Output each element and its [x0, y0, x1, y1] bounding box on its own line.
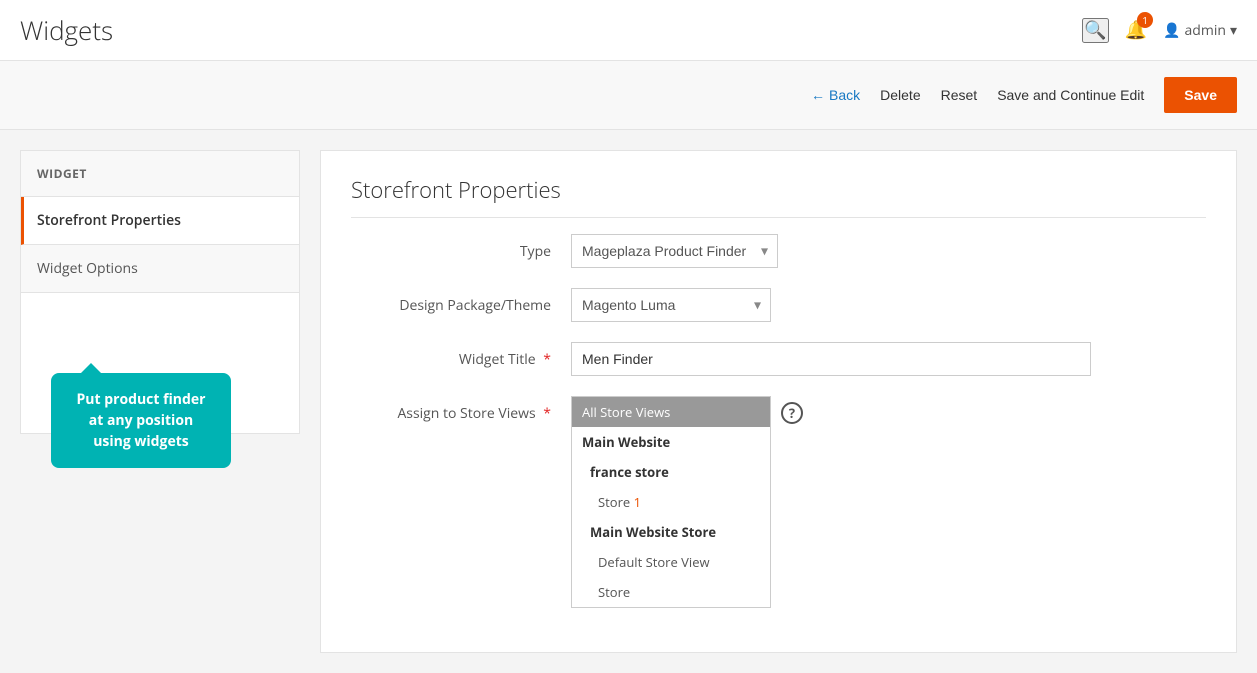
- save-button[interactable]: Save: [1164, 77, 1237, 113]
- admin-user-label: admin: [1185, 21, 1226, 40]
- save-continue-button[interactable]: Save and Continue Edit: [997, 87, 1144, 103]
- type-select[interactable]: Mageplaza Product Finder: [571, 234, 778, 268]
- reset-button[interactable]: Reset: [941, 87, 978, 103]
- back-label: Back: [829, 87, 860, 103]
- tooltip-text: Put product finder at any position using…: [77, 390, 206, 451]
- widget-title-row: Widget Title *: [351, 342, 1206, 376]
- sidebar: WIDGET Storefront Properties Widget Opti…: [20, 150, 300, 434]
- admin-chevron-icon: ▾: [1230, 21, 1237, 40]
- list-item[interactable]: Main Website: [572, 427, 770, 457]
- list-item[interactable]: All Store Views: [572, 397, 770, 427]
- type-row: Type Mageplaza Product Finder ▾: [351, 234, 1206, 268]
- list-item[interactable]: france store: [572, 457, 770, 487]
- admin-user-icon: 👤: [1163, 21, 1180, 40]
- widget-title-control: [571, 342, 1091, 376]
- tooltip-container: Put product finder at any position using…: [21, 293, 299, 433]
- page-header: Widgets 🔍 🔔 1 👤 admin ▾: [0, 0, 1257, 60]
- widget-title-required: *: [543, 350, 551, 369]
- delete-button[interactable]: Delete: [880, 87, 920, 103]
- sidebar-item-widget-options[interactable]: Widget Options: [21, 245, 299, 293]
- list-item[interactable]: Main Website Store: [572, 517, 770, 547]
- sidebar-widget-label: WIDGET: [21, 151, 299, 197]
- design-package-control: Magento Luma ▾: [571, 288, 1091, 322]
- back-arrow-icon: ←: [811, 87, 825, 103]
- reset-label: Reset: [941, 87, 978, 103]
- store-views-control: All Store Views Main Website france stor…: [571, 396, 1091, 608]
- header-icons: 🔍 🔔 1 👤 admin ▾: [1082, 18, 1237, 43]
- section-title: Storefront Properties: [351, 175, 1206, 218]
- delete-label: Delete: [880, 87, 920, 103]
- back-button[interactable]: ← Back: [811, 87, 860, 103]
- design-package-label: Design Package/Theme: [351, 288, 571, 315]
- store-views-label: Assign to Store Views *: [351, 396, 571, 423]
- sidebar-item-label: Widget Options: [37, 259, 138, 278]
- save-continue-label: Save and Continue Edit: [997, 87, 1144, 103]
- sidebar-item-storefront-properties[interactable]: Storefront Properties: [21, 197, 299, 245]
- toolbar: ← Back Delete Reset Save and Continue Ed…: [0, 60, 1257, 130]
- admin-user-menu[interactable]: 👤 admin ▾: [1163, 21, 1237, 40]
- store-views-help-icon[interactable]: ?: [781, 402, 803, 424]
- store-views-row: Assign to Store Views * All Store Views …: [351, 396, 1206, 608]
- tooltip-bubble: Put product finder at any position using…: [51, 373, 231, 468]
- design-package-select-wrapper: Magento Luma ▾: [571, 288, 771, 322]
- save-label: Save: [1184, 87, 1217, 103]
- sidebar-item-label: Storefront Properties: [37, 211, 181, 230]
- store-views-listbox[interactable]: All Store Views Main Website france stor…: [571, 396, 771, 608]
- store-views-required: *: [543, 404, 551, 423]
- widget-title-label: Widget Title *: [351, 342, 571, 369]
- type-select-wrapper: Mageplaza Product Finder ▾: [571, 234, 778, 268]
- main-content: WIDGET Storefront Properties Widget Opti…: [0, 130, 1257, 673]
- notifications-button[interactable]: 🔔 1: [1125, 18, 1147, 42]
- design-package-row: Design Package/Theme Magento Luma ▾: [351, 288, 1206, 322]
- type-label: Type: [351, 234, 571, 261]
- design-package-select[interactable]: Magento Luma: [571, 288, 771, 322]
- type-control: Mageplaza Product Finder ▾: [571, 234, 1091, 268]
- list-item[interactable]: Default Store View: [572, 547, 770, 577]
- search-button[interactable]: 🔍: [1082, 18, 1108, 43]
- list-item[interactable]: Store: [572, 577, 770, 607]
- list-item[interactable]: Store 1: [572, 487, 770, 517]
- form-area: Storefront Properties Type Mageplaza Pro…: [320, 150, 1237, 653]
- widget-title-input[interactable]: [571, 342, 1091, 376]
- notification-badge: 1: [1137, 12, 1153, 28]
- page-title: Widgets: [20, 12, 113, 48]
